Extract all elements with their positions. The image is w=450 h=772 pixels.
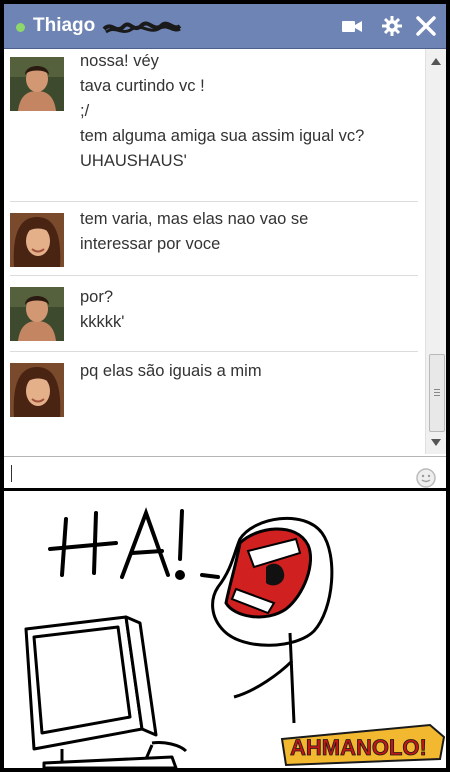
close-icon[interactable]: [414, 14, 438, 38]
message-divider: [10, 201, 418, 202]
scrollbar-thumb[interactable]: [429, 354, 445, 432]
message-line: tava curtindo vc !: [80, 77, 205, 95]
contact-avatar[interactable]: [10, 57, 64, 111]
ahmanolo-logo: AHMANOLO!: [280, 723, 446, 767]
message-group: tem varia, mas elas nao vao se interessa…: [4, 207, 425, 273]
ha-exclamation-drawing: [48, 507, 220, 580]
computer-monitor-drawing: [24, 615, 188, 768]
message-input-bar: [4, 456, 446, 489]
scroll-up-arrow-icon[interactable]: [431, 57, 441, 65]
message-line: UHAUSHAUS': [80, 152, 187, 170]
message-group: pq elas são iguais a mim: [4, 359, 425, 425]
redacted-surname-scribble: [102, 21, 182, 34]
message-group: por? kkkkk': [4, 285, 425, 351]
user-avatar[interactable]: [10, 213, 64, 267]
gear-icon[interactable]: [380, 14, 404, 38]
message-text-block: pq elas são iguais a mim: [80, 359, 262, 384]
scroll-down-arrow-icon[interactable]: [431, 439, 441, 447]
chat-titlebar[interactable]: Thiago: [4, 4, 446, 49]
contact-avatar[interactable]: [10, 287, 64, 341]
chat-message-list[interactable]: nossa! véy tava curtindo vc ! ;/ tem alg…: [4, 49, 425, 454]
logo-text: AHMANOLO!: [290, 735, 427, 760]
message-line: nossa! véy: [80, 52, 159, 70]
message-divider: [10, 275, 418, 276]
grip-line: [434, 395, 440, 396]
grip-line: [434, 392, 440, 393]
message-line: por?: [80, 288, 114, 306]
video-camera-icon[interactable]: [340, 14, 364, 38]
message-line: interessar por voce: [80, 235, 221, 253]
grip-line: [434, 389, 440, 390]
contact-name[interactable]: Thiago: [33, 15, 95, 37]
message-line: tem alguma amiga sua assim igual vc?: [80, 127, 365, 145]
text-caret: [11, 465, 12, 482]
message-line: pq elas são iguais a mim: [80, 362, 262, 380]
message-line: kkkkk': [80, 313, 125, 331]
message-divider: [10, 351, 418, 352]
user-avatar[interactable]: [10, 363, 64, 417]
comic-panel: HA! AHMANOLO!: [4, 491, 446, 768]
screenshot-frame: Thiago nossa! véy tava curtindo vc ! ;/ …: [4, 4, 446, 768]
chat-scrollbar[interactable]: [425, 49, 446, 454]
message-text-block: por? kkkkk': [80, 285, 124, 335]
smiley-icon[interactable]: [415, 467, 437, 489]
message-group: nossa! véy tava curtindo vc ! ;/ tem alg…: [4, 49, 425, 199]
laughing-face-drawing: [211, 516, 334, 724]
message-text-block: nossa! véy tava curtindo vc ! ;/ tem alg…: [80, 49, 364, 174]
message-line: tem varia, mas elas nao vao se: [80, 210, 309, 228]
message-line: ;/: [80, 102, 90, 120]
message-input[interactable]: [8, 460, 407, 486]
online-status-icon: [16, 23, 25, 32]
ha-exclamation-text: HA!: [44, 585, 46, 588]
message-text-block: tem varia, mas elas nao vao se interessa…: [80, 207, 308, 257]
